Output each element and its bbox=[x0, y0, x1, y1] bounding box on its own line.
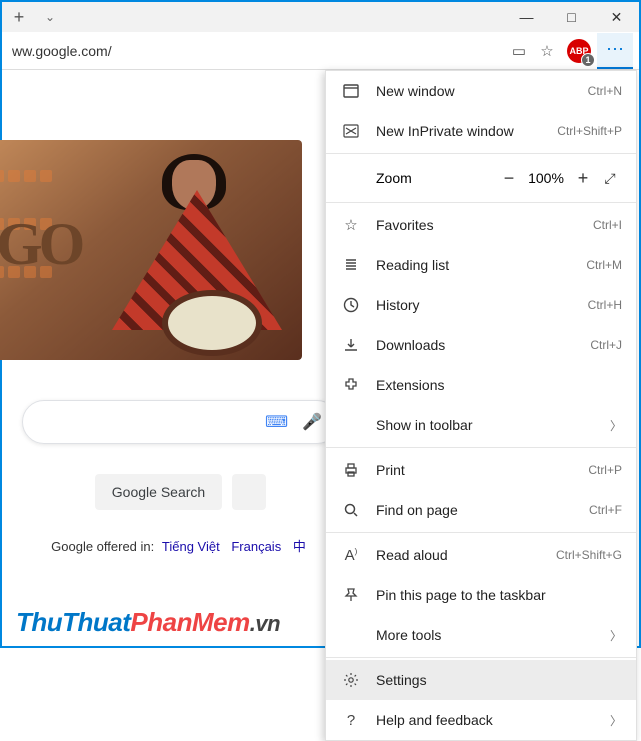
keyboard-icon[interactable]: ⌨ bbox=[265, 412, 288, 432]
downloads-icon bbox=[340, 337, 362, 353]
menu-reading-list[interactable]: Reading list Ctrl+M bbox=[326, 245, 636, 285]
menu-help-feedback[interactable]: ? Help and feedback 〉 bbox=[326, 700, 636, 740]
settings-more-button[interactable]: ⋯ bbox=[597, 33, 633, 69]
watermark: ThuThuatPhanMem.vn bbox=[16, 607, 280, 638]
zoom-in-button[interactable]: + bbox=[568, 168, 598, 189]
extensions-icon bbox=[340, 377, 362, 393]
help-icon: ? bbox=[340, 712, 362, 729]
window-maximize-button[interactable]: □ bbox=[549, 2, 594, 32]
menu-extensions[interactable]: Extensions bbox=[326, 365, 636, 405]
search-input[interactable]: ⌨ 🎤 bbox=[22, 400, 339, 444]
menu-favorites[interactable]: ☆ Favorites Ctrl+I bbox=[326, 205, 636, 245]
window-minimize-button[interactable]: — bbox=[504, 2, 549, 32]
history-icon bbox=[340, 297, 362, 313]
menu-new-window[interactable]: New window Ctrl+N bbox=[326, 71, 636, 111]
menu-more-tools[interactable]: More tools 〉 bbox=[326, 615, 636, 655]
menu-history[interactable]: History Ctrl+H bbox=[326, 285, 636, 325]
chevron-right-icon: 〉 bbox=[610, 627, 622, 644]
window-close-button[interactable]: ✕ bbox=[594, 2, 639, 32]
menu-print[interactable]: Print Ctrl+P bbox=[326, 450, 636, 490]
reading-list-icon bbox=[340, 257, 362, 273]
pin-icon bbox=[340, 587, 362, 603]
zoom-out-button[interactable]: − bbox=[494, 168, 524, 189]
chevron-right-icon: 〉 bbox=[610, 712, 622, 729]
google-search-button[interactable]: Google Search bbox=[95, 474, 222, 510]
doodle-text: GO bbox=[0, 210, 81, 279]
more-menu: New window Ctrl+N New InPrivate window C… bbox=[325, 70, 637, 741]
fullscreen-button[interactable]: ⤢ bbox=[598, 170, 622, 187]
zoom-value: 100% bbox=[524, 170, 568, 186]
reading-view-icon[interactable]: ▭ bbox=[505, 37, 533, 65]
chevron-right-icon: 〉 bbox=[610, 417, 622, 434]
settings-icon bbox=[340, 672, 362, 688]
abp-extension-icon[interactable]: ABP 1 bbox=[567, 39, 591, 63]
new-window-icon bbox=[340, 83, 362, 99]
lang-link-vi[interactable]: Tiếng Việt bbox=[162, 539, 220, 554]
lang-link-zh[interactable]: 中 bbox=[293, 539, 306, 554]
voice-search-icon[interactable]: 🎤 bbox=[302, 412, 322, 432]
favorite-star-icon[interactable]: ☆ bbox=[533, 37, 561, 65]
language-offered: Google offered in: Tiếng Việt Français 中 bbox=[22, 536, 339, 555]
menu-downloads[interactable]: Downloads Ctrl+J bbox=[326, 325, 636, 365]
url-input[interactable] bbox=[8, 37, 505, 65]
menu-new-inprivate[interactable]: New InPrivate window Ctrl+Shift+P bbox=[326, 111, 636, 151]
titlebar: + ⌄ — □ ✕ bbox=[2, 2, 639, 32]
lucky-button[interactable] bbox=[232, 474, 266, 510]
google-doodle[interactable]: GO bbox=[0, 140, 302, 360]
tabs-chevron[interactable]: ⌄ bbox=[36, 10, 64, 24]
menu-zoom-row: Zoom − 100% + ⤢ bbox=[326, 156, 636, 200]
read-aloud-icon: A) bbox=[340, 547, 362, 564]
new-tab-button[interactable]: + bbox=[2, 7, 36, 28]
menu-read-aloud[interactable]: A) Read aloud Ctrl+Shift+G bbox=[326, 535, 636, 575]
lang-link-fr[interactable]: Français bbox=[231, 539, 281, 554]
inprivate-icon bbox=[340, 123, 362, 139]
abp-count-badge: 1 bbox=[581, 53, 595, 67]
address-bar: ▭ ☆ ABP 1 ⋯ bbox=[2, 32, 639, 70]
menu-settings[interactable]: Settings bbox=[326, 660, 636, 700]
favorites-icon: ☆ bbox=[340, 216, 362, 234]
menu-pin-to-taskbar[interactable]: Pin this page to the taskbar bbox=[326, 575, 636, 615]
menu-find-on-page[interactable]: Find on page Ctrl+F bbox=[326, 490, 636, 530]
find-icon bbox=[340, 502, 362, 518]
print-icon bbox=[340, 462, 362, 478]
menu-show-in-toolbar[interactable]: Show in toolbar 〉 bbox=[326, 405, 636, 445]
